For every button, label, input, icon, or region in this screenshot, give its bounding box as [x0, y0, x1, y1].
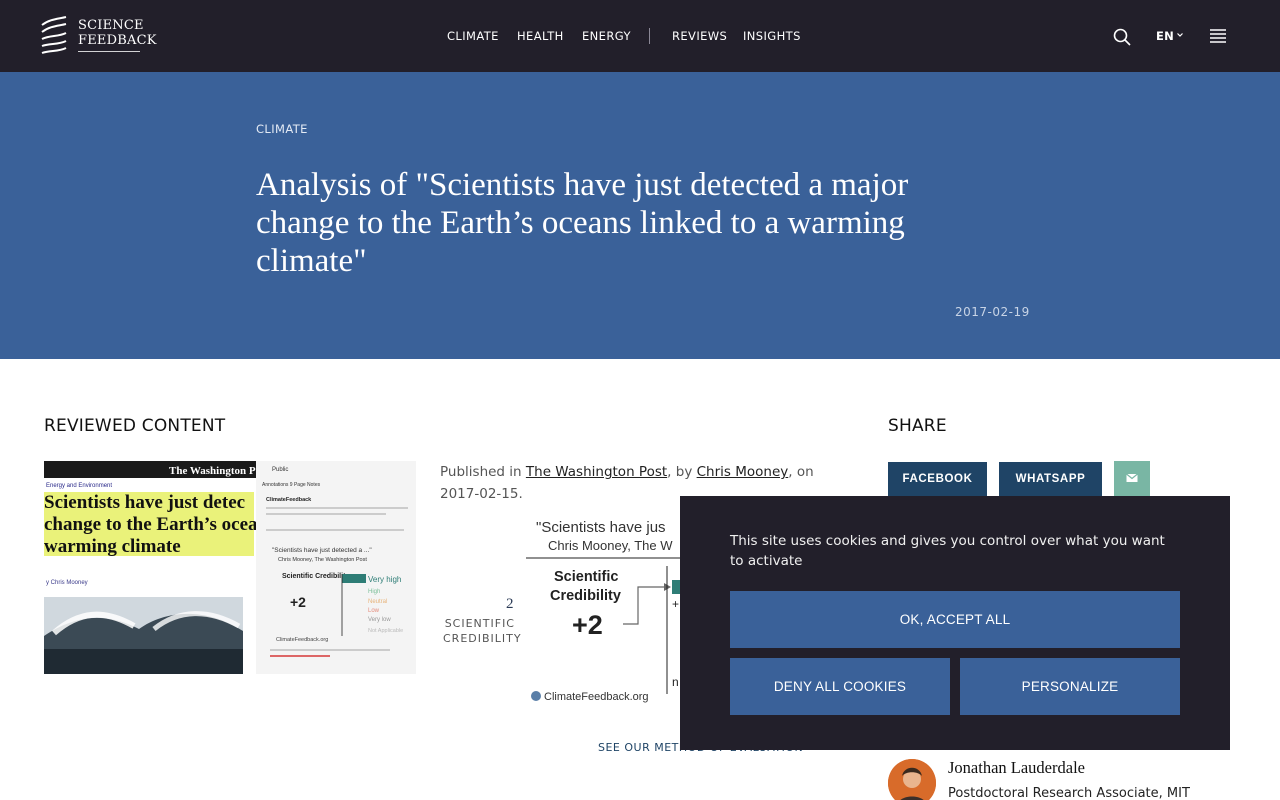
nav-health[interactable]: HEALTH: [517, 29, 564, 43]
reviewer-role: Postdoctoral Research Associate, MIT: [948, 786, 1190, 800]
card-score: +2: [572, 610, 603, 640]
thumb-section: Energy and Environment: [46, 483, 112, 489]
nav-climate[interactable]: CLIMATE: [447, 29, 499, 43]
thumb-sidebar-public: Public: [272, 467, 288, 473]
email-share-button[interactable]: [1114, 461, 1150, 496]
facebook-share-button[interactable]: FACEBOOK: [888, 462, 987, 496]
accept-all-cookies-button[interactable]: OK, ACCEPT ALL: [730, 591, 1180, 648]
thumb-byline: y Chris Mooney: [46, 580, 88, 586]
thumb-sidebar-score: +2: [290, 594, 306, 610]
thumb-scale-low: Low: [368, 608, 380, 614]
thumb-sidebar-source: ClimateFeedback: [266, 497, 312, 503]
publication-date: 2017-02-15.: [440, 486, 523, 502]
publication-link[interactable]: The Washington Post: [526, 464, 667, 480]
article-date: 2017-02-19: [955, 305, 1030, 319]
nav-reviews[interactable]: REVIEWS: [672, 29, 727, 43]
thumb-scale-very-high: Very high: [368, 575, 401, 584]
credibility-card-graphic: "Scientists have jus Chris Mooney, The W…: [526, 512, 686, 712]
share-heading: SHARE: [888, 416, 947, 436]
chevron-down-icon[interactable]: [1176, 31, 1184, 39]
card-quote: "Scientists have jus: [536, 519, 666, 536]
reviewed-content-heading: REVIEWED CONTENT: [44, 416, 226, 436]
author-link[interactable]: Chris Mooney: [697, 464, 789, 480]
climatefeedback-logo-icon: [531, 691, 541, 701]
whatsapp-share-button[interactable]: WHATSAPP: [999, 462, 1102, 496]
hamburger-menu-icon[interactable]: [1209, 28, 1227, 44]
logo-underline: [78, 51, 140, 52]
thumb-scale-very-low: Very low: [368, 617, 391, 623]
thumb-scale-na: Not Applicable: [368, 628, 403, 634]
published-prefix: Published in: [440, 464, 526, 480]
reviewed-content-thumbnail[interactable]: The Washington Post Energy and Environme…: [44, 461, 416, 674]
thumb-scale-high: High: [368, 589, 380, 595]
credibility-score: 2: [506, 596, 514, 612]
language-selector[interactable]: EN: [1156, 29, 1174, 43]
nav-divider: [649, 28, 650, 44]
article-hero: CLIMATE Analysis of "Scientists have jus…: [0, 72, 1280, 359]
cookie-message: This site uses cookies and gives you con…: [730, 533, 1165, 569]
logo-wordmark: SCIENCE FEEDBACK: [78, 18, 157, 48]
article-title: Analysis of "Scientists have just detect…: [256, 167, 909, 279]
deny-all-cookies-button[interactable]: DENY ALL COOKIES: [730, 658, 950, 715]
on-text: , on: [788, 464, 814, 480]
site-logo[interactable]: SCIENCE FEEDBACK: [40, 15, 156, 57]
thumb-headline-2: change to the Earth’s ocean: [44, 514, 269, 535]
reviewer-avatar[interactable]: [888, 759, 936, 800]
credibility-card: "Scientists have jus Chris Mooney, The W…: [526, 512, 686, 712]
thumb-sidebar-footer: ClimateFeedback.org: [276, 637, 328, 643]
thumb-sidebar-author: Chris Mooney, The Washington Post: [278, 557, 367, 563]
thumb-sidebar-tabs: Annotations 9 Page Notes: [262, 482, 321, 488]
thumbnail-screenshot: The Washington Post Energy and Environme…: [44, 461, 416, 674]
nav-energy[interactable]: ENERGY: [582, 29, 631, 43]
personalize-cookies-button[interactable]: PERSONALIZE: [960, 658, 1180, 715]
reviewer-photo: [888, 759, 936, 800]
thumb-sidebar-cred: Scientific Credibility: [282, 573, 349, 580]
logo-line-1: SCIENCE: [78, 18, 144, 33]
thumb-scale-neutral: Neutral: [368, 599, 387, 605]
thumb-sidebar-quote: "Scientists have just detected a ...": [272, 547, 372, 554]
reviewer-name[interactable]: Jonathan Lauderdale: [948, 758, 1085, 778]
top-navigation-bar: SCIENCE FEEDBACK CLIMATE HEALTH ENERGY R…: [0, 0, 1280, 72]
search-icon[interactable]: [1112, 27, 1132, 47]
credibility-label: SCIENTIFIC CREDIBILITY: [443, 617, 522, 645]
card-scale-5: n: [672, 675, 679, 689]
nav-insights[interactable]: INSIGHTS: [743, 29, 801, 43]
mail-icon: [1126, 473, 1138, 482]
card-label-1: Scientific: [554, 569, 618, 585]
thumb-headline-1: Scientists have just detec: [44, 492, 245, 513]
cookie-consent-banner: This site uses cookies and gives you con…: [680, 496, 1230, 750]
by-text: , by: [667, 464, 697, 480]
logo-line-2: FEEDBACK: [78, 33, 157, 48]
thumb-masthead: The Washington Post: [169, 465, 269, 477]
article-category[interactable]: CLIMATE: [256, 122, 308, 136]
thumb-headline-3: warming climate: [44, 536, 181, 557]
card-scale-1: +: [672, 597, 679, 611]
card-author: Chris Mooney, The W: [548, 538, 673, 553]
card-label-2: Credibility: [550, 588, 621, 604]
logo-mark-icon: [41, 16, 67, 54]
card-footer: ClimateFeedback.org: [544, 691, 649, 703]
